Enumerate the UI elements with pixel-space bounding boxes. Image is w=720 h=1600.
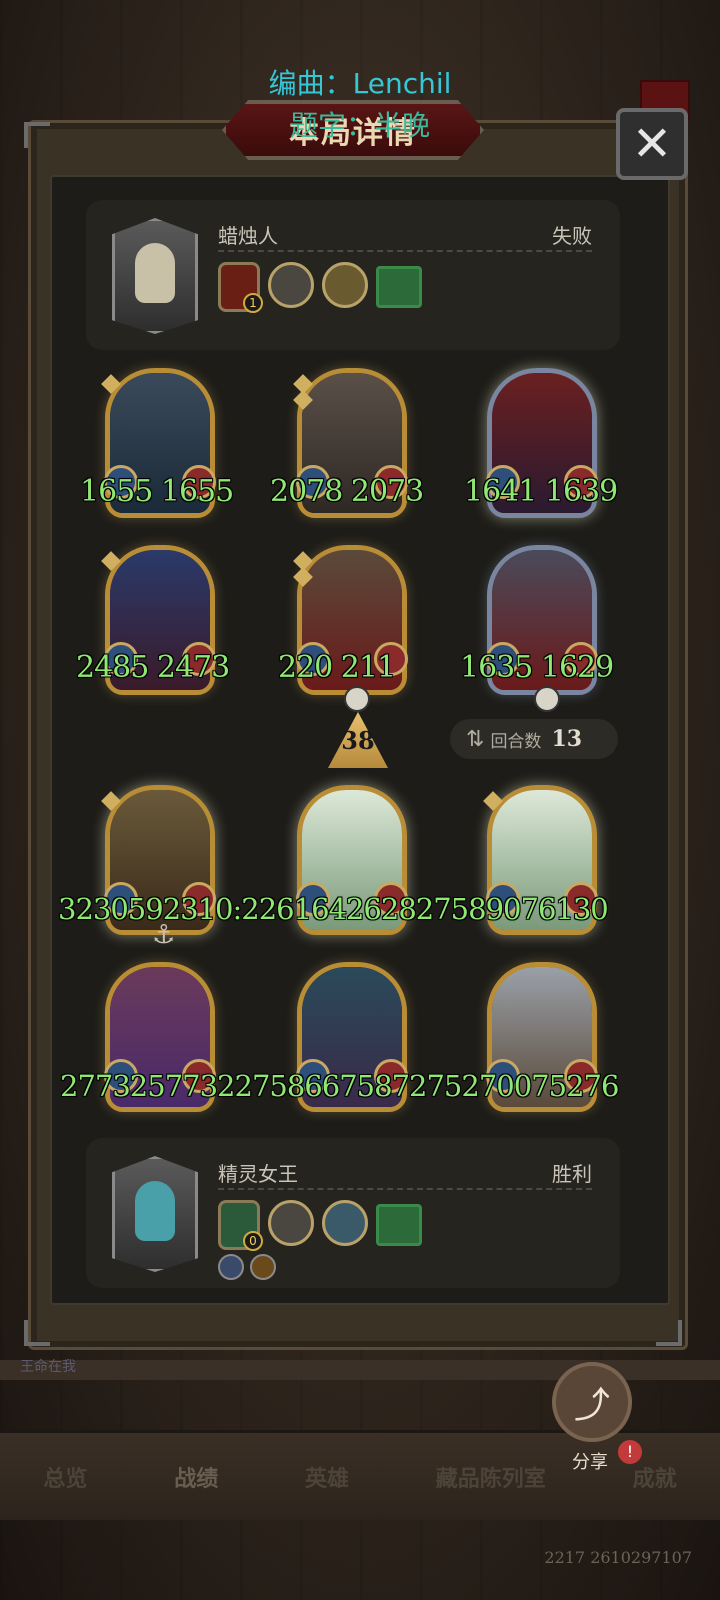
round-counter: ⇅ 回合数 13 [450, 719, 618, 759]
damage-numbers: 2078 2073 [270, 474, 424, 509]
sword-buff-icon[interactable] [218, 1254, 244, 1280]
share-button[interactable]: ⤴ [552, 1362, 632, 1442]
damage-numbers: 1635 1629 [460, 650, 614, 685]
avatar-candle-man[interactable] [112, 218, 198, 334]
round-label: 回合数 [490, 731, 542, 752]
refresh-icon: ⇅ [466, 726, 485, 752]
damage-numbers: 3230592310:226164262827589076130 [58, 892, 609, 926]
alert-badge: ! [618, 1440, 642, 1464]
buff-icons [218, 1254, 276, 1280]
tab-achievements[interactable]: 成就 [633, 1461, 677, 1493]
share-label: 分享 [572, 1452, 608, 1473]
player-result: 失败 [552, 224, 592, 248]
damage-numbers: 220 211 [278, 650, 396, 685]
green-book-icon[interactable] [376, 1204, 422, 1246]
player-summary-bottom: 精灵女王 胜利 0 [86, 1138, 620, 1288]
damage-numbers: 1641 1639 [464, 474, 618, 509]
compass-icon[interactable] [268, 262, 314, 308]
player-result: 胜利 [552, 1162, 592, 1186]
equipment-list: 1 [218, 262, 422, 313]
player-name: 精灵女王 [218, 1162, 298, 1186]
divider [218, 1188, 592, 1190]
damage-numbers: 1655 1655 [80, 474, 234, 509]
divider [218, 250, 592, 252]
hammer-medal-icon[interactable] [322, 262, 368, 308]
build-number: 2217 2610297107 [544, 1548, 692, 1567]
tab-overview[interactable]: 总览 [43, 1461, 87, 1493]
skull-icon [344, 686, 370, 712]
avatar-portrait [135, 243, 175, 303]
damage-numbers: 27732577322758667587275270075276 [60, 1069, 619, 1103]
damage-numbers: 2485 2473 [76, 650, 230, 685]
credit-calligraphy: 题字：半晚 [289, 109, 430, 142]
tab-collection[interactable]: 藏品陈列室 [436, 1461, 546, 1493]
panel-corner [24, 1320, 50, 1346]
round-value: 13 [551, 726, 583, 752]
avatar-elf-queen[interactable] [112, 1156, 198, 1272]
compass-icon[interactable] [268, 1200, 314, 1246]
green-lamp-icon[interactable]: 0 [218, 1200, 263, 1251]
attack-value: 38 [341, 726, 375, 755]
panel-corner [656, 1320, 682, 1346]
lamp-level-badge: 0 [243, 1231, 263, 1251]
player-summary-top: 蜡烛人 失败 1 [86, 200, 620, 350]
share-icon: ⤴ [573, 1385, 610, 1426]
tab-heroes[interactable]: 英雄 [305, 1461, 349, 1493]
lamp-level-badge: 1 [243, 293, 263, 313]
credit-composer: 编曲：Lenchil [268, 67, 452, 100]
skull-icon [534, 686, 560, 712]
equipment-list: 0 [218, 1200, 422, 1251]
banner-label: 王命在我 [20, 1359, 76, 1375]
avatar-portrait [135, 1181, 175, 1241]
frost-medal-icon[interactable] [322, 1200, 368, 1246]
bottom-nav: 总览 战绩 英雄 藏品陈列室 成就 [0, 1430, 720, 1520]
gold-buff-icon[interactable] [250, 1254, 276, 1280]
tab-records[interactable]: 战绩 [174, 1461, 218, 1493]
green-book-icon[interactable] [376, 266, 422, 308]
flame-lamp-icon[interactable]: 1 [218, 262, 263, 313]
player-name: 蜡烛人 [218, 224, 278, 248]
